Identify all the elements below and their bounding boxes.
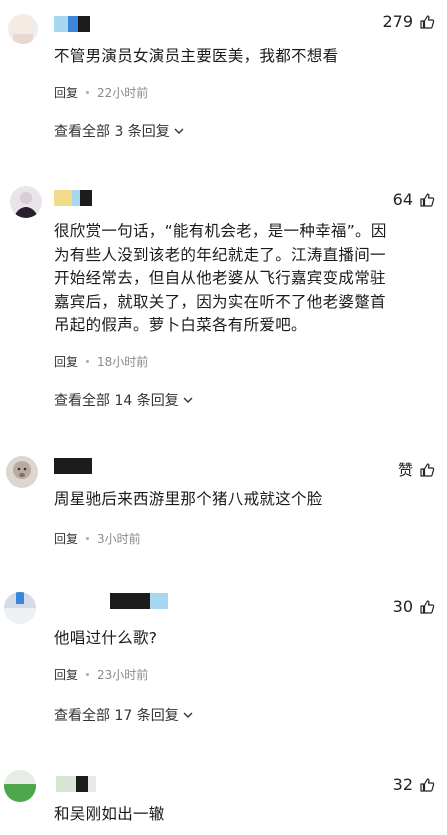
separator-dot: [86, 360, 90, 363]
comment-meta: 回复 18小时前: [54, 353, 148, 370]
timestamp: 3小时前: [97, 532, 141, 546]
like-button[interactable]: 赞: [398, 459, 435, 480]
like-button[interactable]: 32: [393, 775, 435, 794]
chevron-down-icon: [183, 397, 193, 403]
like-label: 赞: [397, 461, 413, 479]
like-count: 32: [392, 775, 413, 794]
reply-button[interactable]: 回复: [54, 84, 78, 101]
view-all-label: 查看全部 14 条回复: [54, 393, 179, 409]
username-redacted[interactable]: [54, 458, 92, 474]
view-all-label: 查看全部 17 条回复: [54, 708, 179, 724]
username-redacted[interactable]: [56, 776, 96, 792]
avatar[interactable]: [10, 186, 42, 218]
reply-button[interactable]: 回复: [54, 353, 78, 370]
like-count: 30: [392, 597, 413, 616]
comment-text: 很欣赏一句话，“能有机会老，是一种幸福”。因为有些人没到该老的年纪就走了。江涛直…: [54, 222, 387, 334]
comment-text: 周星驰后来西游里那个猪八戒就这个脸: [54, 490, 323, 508]
comment-meta: 回复 3小时前: [54, 530, 141, 547]
avatar[interactable]: [4, 592, 36, 624]
comment-text: 和吴刚如出一辙: [54, 805, 165, 823]
thumbs-up-icon: [420, 192, 435, 207]
thumbs-up-icon: [420, 462, 435, 477]
avatar[interactable]: [6, 456, 38, 488]
separator-dot: [86, 91, 90, 94]
username-redacted[interactable]: [110, 593, 168, 609]
chevron-down-icon: [174, 128, 184, 134]
username-redacted[interactable]: [54, 190, 92, 206]
thumbs-up-icon: [420, 14, 435, 29]
view-all-replies[interactable]: 查看全部 14 条回复: [54, 390, 193, 410]
avatar[interactable]: [4, 770, 36, 802]
thumbs-up-icon: [420, 599, 435, 614]
reply-button[interactable]: 回复: [54, 530, 78, 547]
like-count: 279: [382, 12, 413, 31]
timestamp: 18小时前: [97, 355, 149, 369]
username-redacted[interactable]: [54, 16, 90, 32]
like-button[interactable]: 64: [393, 190, 435, 209]
view-all-label: 查看全部 3 条回复: [54, 124, 170, 140]
comment-meta: 回复 22小时前: [54, 84, 148, 101]
like-button[interactable]: 30: [393, 597, 435, 616]
chevron-down-icon: [183, 712, 193, 718]
view-all-replies[interactable]: 查看全部 3 条回复: [54, 121, 184, 141]
view-all-replies[interactable]: 查看全部 17 条回复: [54, 705, 193, 725]
comment-text: 不管男演员女演员主要医美，我都不想看: [54, 47, 339, 65]
thumbs-up-icon: [420, 777, 435, 792]
comment-text: 他唱过什么歌?: [54, 629, 158, 647]
separator-dot: [86, 537, 90, 540]
comment-meta: 回复 23小时前: [54, 666, 148, 683]
like-button[interactable]: 279: [382, 12, 435, 31]
timestamp: 23小时前: [97, 668, 149, 682]
reply-button[interactable]: 回复: [54, 666, 78, 683]
avatar[interactable]: [8, 14, 38, 44]
timestamp: 22小时前: [97, 86, 149, 100]
like-count: 64: [392, 190, 413, 209]
separator-dot: [86, 673, 90, 676]
